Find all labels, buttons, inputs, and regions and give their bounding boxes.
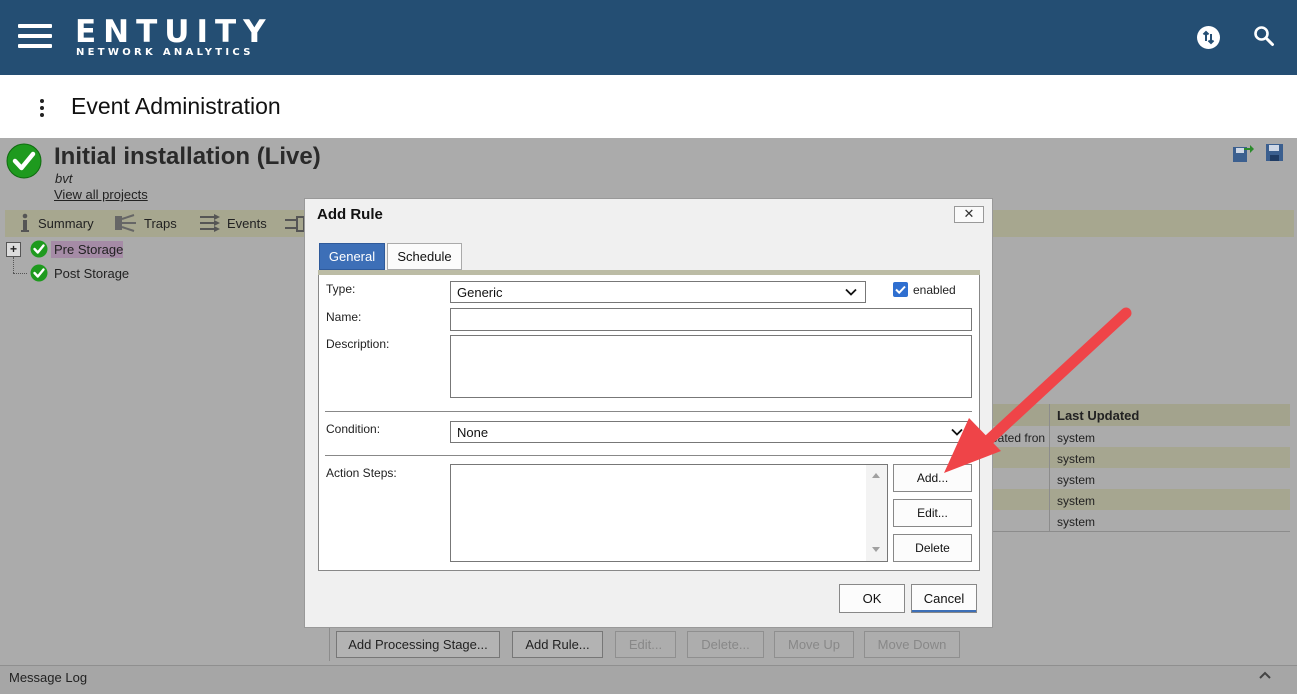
tree-item-post-storage[interactable]: Post Storage (54, 266, 129, 281)
post-storage-check-icon (30, 264, 48, 282)
save-icon[interactable] (1265, 143, 1284, 162)
message-log-bar[interactable] (0, 665, 1297, 694)
delete-action-step-button[interactable]: Delete (893, 534, 972, 562)
cancel-button[interactable]: Cancel (911, 584, 977, 613)
nav-summary-label: Summary (38, 215, 94, 231)
nav-traps-label: Traps (144, 215, 177, 231)
tab-general[interactable]: General (319, 243, 385, 270)
type-select-value: Generic (457, 284, 503, 300)
message-log-label: Message Log (9, 670, 88, 685)
tab-schedule[interactable]: Schedule (387, 243, 462, 270)
annotation-arrow (930, 300, 1140, 490)
move-down-button[interactable]: Move Down (864, 631, 960, 658)
type-label: Type: (326, 282, 356, 296)
view-all-projects-link[interactable]: View all projects (54, 187, 148, 202)
sync-icon[interactable] (1197, 26, 1220, 49)
table-row[interactable] (993, 489, 1290, 510)
menu-icon[interactable] (18, 24, 52, 50)
kebab-menu-icon[interactable] (40, 99, 46, 117)
dialog-title: Add Rule (317, 206, 383, 223)
delete-button[interactable]: Delete... (687, 631, 764, 658)
move-up-button[interactable]: Move Up (774, 631, 854, 658)
table-row[interactable] (993, 510, 1290, 532)
project-title: Initial installation (Live) (54, 143, 321, 170)
chevron-down-icon (845, 288, 857, 296)
nav-summary[interactable]: Summary (18, 212, 94, 234)
divider (325, 455, 972, 456)
type-select[interactable]: Generic (450, 281, 866, 303)
scroll-up-icon[interactable] (872, 473, 880, 478)
action-steps-label: Action Steps: (326, 466, 397, 480)
tree-connector (13, 273, 27, 274)
logo: ENTUITY (75, 14, 273, 50)
events-icon (200, 214, 220, 232)
table-cell-last-updated: system (1057, 494, 1096, 508)
condition-select-value: None (457, 424, 489, 440)
search-icon[interactable] (1253, 25, 1275, 47)
pre-storage-check-icon (30, 240, 48, 258)
edit-button[interactable]: Edit... (615, 631, 676, 658)
condition-select[interactable]: None (450, 421, 972, 443)
nav-events-label: Events (227, 215, 267, 231)
add-rule-button[interactable]: Add Rule... (512, 631, 603, 658)
project-subtitle: bvt (55, 171, 73, 186)
scroll-down-icon[interactable] (872, 547, 880, 552)
name-label: Name: (326, 310, 362, 324)
description-textarea[interactable] (450, 335, 972, 398)
traps-icon (115, 214, 136, 232)
page-title: Event Administration (71, 93, 281, 119)
logo-subtitle: NETWORK ANALYTICS (76, 47, 254, 58)
nav-events[interactable]: Events (199, 212, 267, 234)
tree-item-pre-storage[interactable]: Pre Storage (54, 242, 123, 257)
edit-action-step-button[interactable]: Edit... (893, 499, 972, 527)
condition-label: Condition: (326, 422, 381, 436)
add-processing-stage-button[interactable]: Add Processing Stage... (336, 631, 500, 658)
ok-button[interactable]: OK (839, 584, 905, 613)
tree-connector (13, 257, 14, 273)
chevron-up-icon[interactable] (1252, 668, 1277, 685)
divider (325, 411, 972, 412)
enabled-checkbox[interactable] (893, 282, 908, 297)
tree-expand-icon[interactable]: + (6, 242, 21, 257)
close-icon[interactable]: ✕ (954, 206, 984, 223)
action-steps-list[interactable] (450, 464, 888, 562)
enabled-label: enabled (913, 283, 956, 297)
save-export-icon[interactable] (1232, 143, 1254, 163)
description-label: Description: (326, 337, 390, 351)
info-icon (21, 213, 29, 232)
project-status-check-icon (6, 143, 42, 179)
name-input[interactable] (450, 308, 972, 331)
table-cell-last-updated: system (1057, 515, 1096, 529)
nav-more-icon[interactable] (284, 214, 305, 234)
nav-traps[interactable]: Traps (114, 212, 177, 234)
action-steps-scrollbar[interactable] (866, 465, 887, 561)
